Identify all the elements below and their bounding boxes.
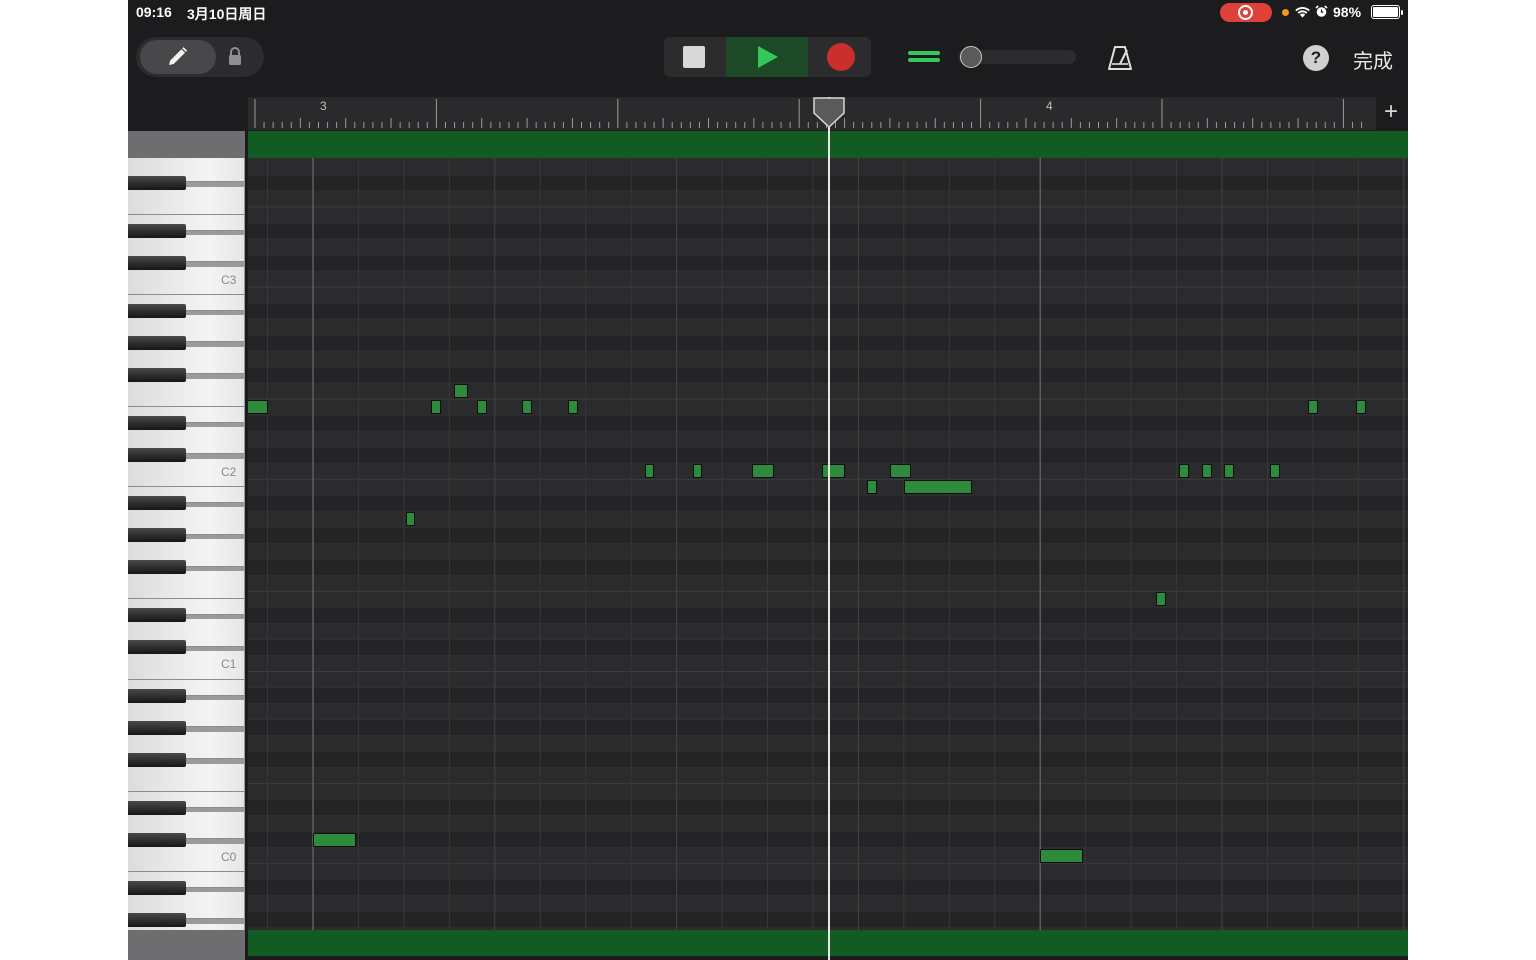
transport-controls xyxy=(664,37,871,77)
volume-slider-knob[interactable] xyxy=(960,46,982,68)
black-key[interactable] xyxy=(128,560,186,575)
bar-3-label: 3 xyxy=(320,99,327,113)
keyboard-top-gutter xyxy=(128,131,245,158)
black-key[interactable] xyxy=(128,416,186,431)
black-key[interactable] xyxy=(128,880,186,895)
white-key[interactable] xyxy=(128,763,244,792)
black-key[interactable] xyxy=(128,912,186,927)
midi-note[interactable] xyxy=(453,384,468,399)
white-key[interactable] xyxy=(128,379,244,408)
metronome-icon[interactable] xyxy=(1106,44,1134,72)
screen-recording-indicator[interactable] xyxy=(1220,3,1272,22)
done-button[interactable]: 完成 xyxy=(1353,45,1393,74)
midi-note[interactable] xyxy=(567,400,578,415)
play-icon xyxy=(758,46,778,68)
midi-note[interactable] xyxy=(522,400,533,415)
add-section-button[interactable]: + xyxy=(1378,97,1404,127)
black-key[interactable] xyxy=(128,720,186,735)
status-time: 09:16 xyxy=(136,4,172,20)
midi-note[interactable] xyxy=(751,464,775,479)
midi-note[interactable] xyxy=(867,480,877,495)
help-button[interactable]: ? xyxy=(1303,45,1329,71)
midi-note[interactable] xyxy=(431,400,442,415)
piano-keyboard[interactable]: C3 C2 C1 C0 xyxy=(128,158,245,930)
status-bar: 09:16 3月10日周日 98% xyxy=(128,0,1408,24)
black-key[interactable] xyxy=(128,496,186,511)
midi-note[interactable] xyxy=(1040,848,1084,863)
midi-note[interactable] xyxy=(476,400,487,415)
status-date: 3月10日周日 xyxy=(187,6,267,22)
alarm-icon xyxy=(1315,5,1328,17)
black-key[interactable] xyxy=(128,175,186,190)
white-key[interactable] xyxy=(128,571,244,600)
midi-note[interactable] xyxy=(1178,464,1189,479)
midi-note[interactable] xyxy=(1156,592,1167,607)
wifi-icon xyxy=(1295,7,1310,18)
black-key[interactable] xyxy=(128,800,186,815)
black-key[interactable] xyxy=(128,832,186,847)
keyboard-bottom-gutter xyxy=(128,930,245,960)
midi-note[interactable] xyxy=(1201,464,1212,479)
record-icon xyxy=(827,43,855,71)
black-key[interactable] xyxy=(128,336,186,351)
edit-mode-group xyxy=(136,37,264,77)
midi-note[interactable] xyxy=(1269,464,1280,479)
master-volume-slider[interactable] xyxy=(958,46,1076,68)
black-key[interactable] xyxy=(128,304,186,319)
stop-icon xyxy=(683,46,705,68)
black-key[interactable] xyxy=(128,255,186,270)
black-key[interactable] xyxy=(128,608,186,623)
black-key[interactable] xyxy=(128,752,186,767)
battery-percentage: 98% xyxy=(1333,4,1362,20)
black-key[interactable] xyxy=(128,640,186,655)
playhead-line xyxy=(828,97,830,960)
octave-label: C0 xyxy=(221,849,237,864)
black-key[interactable] xyxy=(128,688,186,703)
midi-note[interactable] xyxy=(822,464,845,479)
battery-icon xyxy=(1371,5,1403,19)
black-key[interactable] xyxy=(128,223,186,238)
midi-note[interactable] xyxy=(1224,464,1235,479)
record-button[interactable] xyxy=(809,37,871,77)
midi-note[interactable] xyxy=(406,512,416,527)
bar-4-label: 4 xyxy=(1046,99,1053,113)
white-key[interactable] xyxy=(128,186,244,215)
stop-button[interactable] xyxy=(664,37,725,77)
midi-note[interactable] xyxy=(248,400,268,415)
midi-note[interactable] xyxy=(1356,400,1367,415)
midi-note[interactable] xyxy=(692,464,702,479)
lock-icon[interactable] xyxy=(227,46,243,66)
midi-note[interactable] xyxy=(1308,400,1319,415)
midi-note[interactable] xyxy=(644,464,654,479)
track-volume-icon xyxy=(908,51,940,63)
playhead-handle[interactable] xyxy=(812,97,846,131)
pencil-icon xyxy=(169,47,188,65)
octave-label: C1 xyxy=(221,657,237,672)
garageband-piano-roll: 09:16 3月10日周日 98% ? 完成 3 4 + C3 C2 C1 C0 xyxy=(128,0,1408,960)
midi-note[interactable] xyxy=(890,464,911,479)
black-key[interactable] xyxy=(128,448,186,463)
black-key[interactable] xyxy=(128,528,186,543)
midi-note[interactable] xyxy=(903,480,973,495)
pencil-edit-button[interactable] xyxy=(140,40,216,74)
mic-in-use-icon xyxy=(1282,9,1289,16)
octave-label: C2 xyxy=(221,465,237,480)
midi-note[interactable] xyxy=(313,832,357,847)
black-key[interactable] xyxy=(128,368,186,383)
octave-label: C3 xyxy=(221,273,237,287)
play-button[interactable] xyxy=(726,37,808,77)
